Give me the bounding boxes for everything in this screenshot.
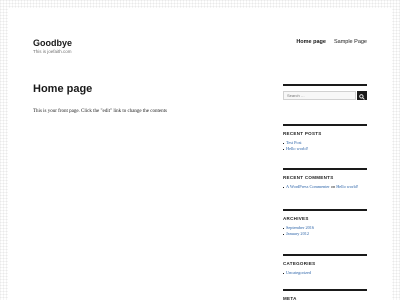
meta-widget: META: [283, 289, 367, 305]
recent-posts-widget: RECENT POSTS Test Post Hello world!: [283, 124, 367, 152]
archive-link[interactable]: September 2016: [286, 225, 314, 230]
categories-list: Uncategorized: [283, 270, 367, 276]
page-content: This is your front page. Click the "edit…: [33, 109, 167, 114]
list-item: A WordPress Commenter on Hello world!: [283, 184, 367, 190]
recent-comments-title: RECENT COMMENTS: [283, 175, 334, 180]
recent-comments-list: A WordPress Commenter on Hello world!: [283, 184, 367, 190]
meta-title: META: [283, 296, 297, 301]
recent-posts-title: RECENT POSTS: [283, 131, 322, 136]
comment-connector-text: on: [330, 184, 336, 189]
archive-link[interactable]: January 2012: [286, 231, 309, 236]
list-item: Hello world!: [283, 146, 367, 152]
archives-title: ARCHIVES: [283, 216, 309, 221]
comment-post-link[interactable]: Hello world!: [336, 184, 358, 189]
archives-widget: ARCHIVES September 2016 January 2012: [283, 209, 367, 237]
widget-divider: [283, 254, 367, 256]
list-item: Uncategorized: [283, 270, 367, 276]
recent-post-link[interactable]: Test Post: [286, 140, 302, 145]
search-button[interactable]: [357, 91, 367, 100]
categories-widget: CATEGORIES Uncategorized: [283, 254, 367, 276]
primary-navigation: Home page Sample Page: [296, 39, 367, 45]
site-description: This is joefaith.com: [33, 49, 72, 54]
category-link[interactable]: Uncategorized: [286, 270, 311, 275]
recent-posts-list: Test Post Hello world!: [283, 140, 367, 152]
search-widget: [283, 84, 367, 100]
widget-divider: [283, 209, 367, 211]
site-title[interactable]: Goodbye: [33, 38, 72, 48]
recent-comments-widget: RECENT COMMENTS A WordPress Commenter on…: [283, 168, 367, 190]
search-icon: [359, 88, 365, 103]
recent-post-link[interactable]: Hello world!: [286, 146, 308, 151]
search-input[interactable]: [283, 91, 356, 100]
list-item: January 2012: [283, 231, 367, 237]
page-container: Goodbye This is joefaith.com Home page S…: [8, 8, 392, 301]
widget-divider: [283, 84, 367, 86]
nav-item-home-page[interactable]: Home page: [296, 39, 326, 45]
nav-item-sample-page[interactable]: Sample Page: [334, 39, 367, 45]
page-title: Home page: [33, 83, 93, 95]
archives-list: September 2016 January 2012: [283, 225, 367, 237]
comment-author-link[interactable]: A WordPress Commenter: [286, 184, 330, 189]
widget-divider: [283, 168, 367, 170]
widget-divider: [283, 289, 367, 291]
widget-divider: [283, 124, 367, 126]
categories-title: CATEGORIES: [283, 261, 316, 266]
